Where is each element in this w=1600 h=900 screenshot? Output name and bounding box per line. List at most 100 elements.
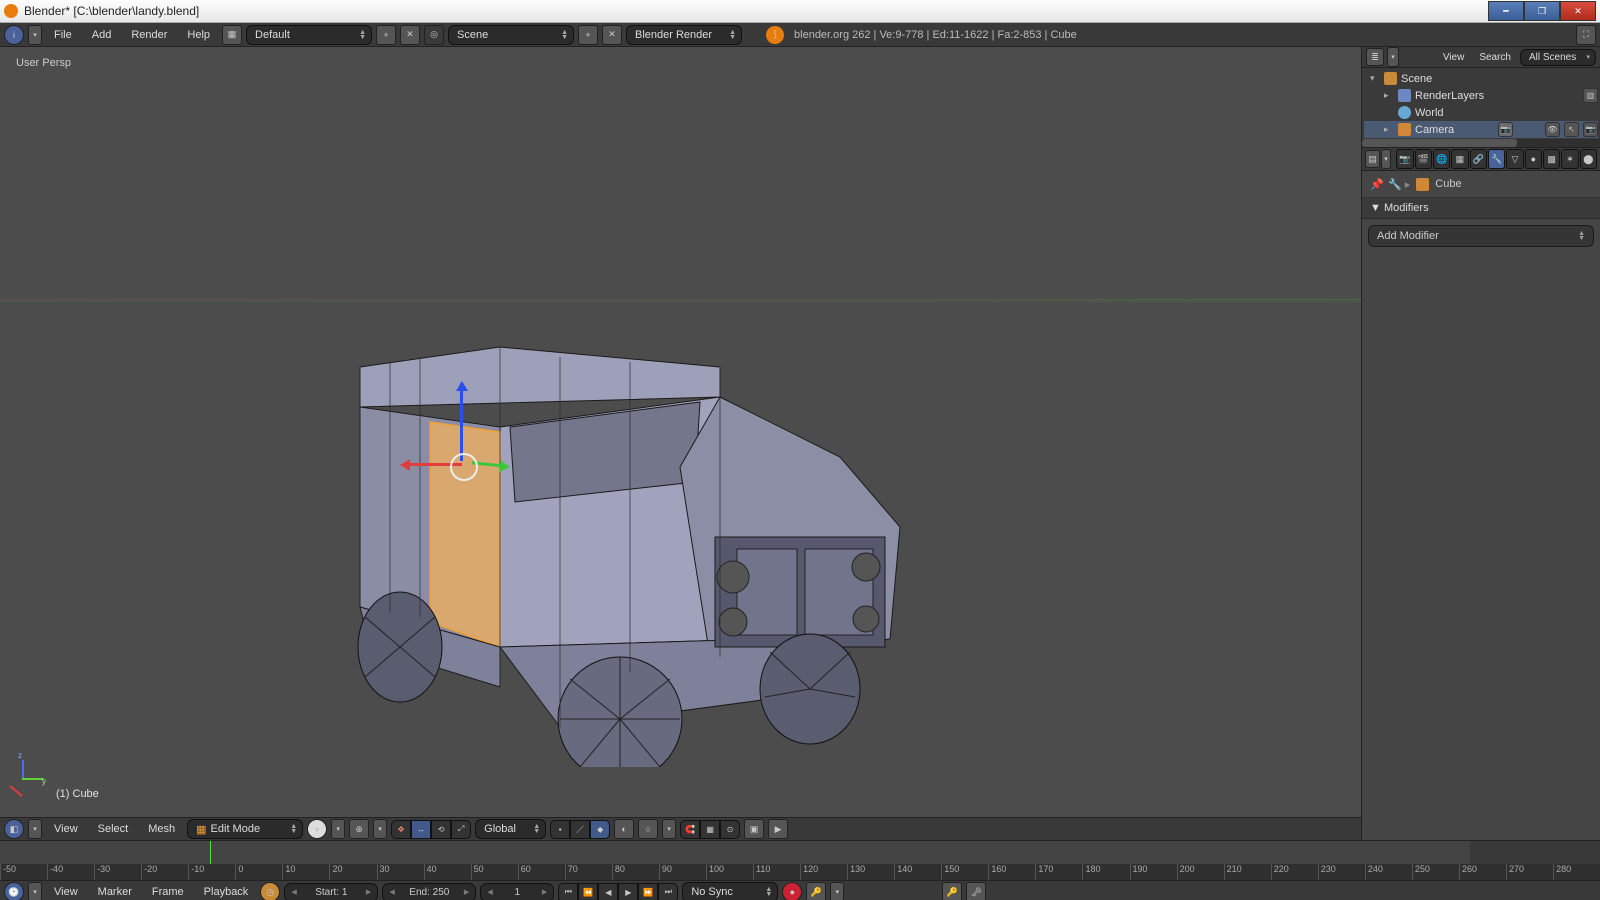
prev-keyframe-icon[interactable]: ⏪ (578, 883, 598, 900)
jump-end-icon[interactable]: ⏭ (658, 883, 678, 900)
mode-dropdown[interactable]: ▦Edit Mode▲▼ (187, 819, 303, 839)
3dview-expand-icon[interactable]: ▾ (28, 819, 42, 839)
timeline-menu-marker[interactable]: Marker (90, 884, 140, 900)
jump-start-icon[interactable]: ⏮ (558, 883, 578, 900)
3d-viewport[interactable]: User Persp (0, 47, 1361, 840)
properties-expand-icon[interactable]: ▾ (1381, 149, 1391, 169)
menu-help[interactable]: Help (179, 27, 218, 43)
window-close-button[interactable]: ✕ (1560, 1, 1596, 21)
snap-type-icon[interactable]: ▦ (700, 820, 720, 839)
tab-particles-icon[interactable]: ✶ (1561, 149, 1578, 169)
snap-target-icon[interactable]: ⊙ (720, 820, 740, 839)
insert-keyframe-icon[interactable]: 🔑 (942, 882, 962, 900)
manipulator-rotate-icon[interactable]: ⟲ (431, 820, 451, 839)
snap-toggle-icon[interactable]: 🧲 (680, 820, 700, 839)
tree-world[interactable]: World (1364, 104, 1598, 121)
edge-select-icon[interactable]: ／ (570, 820, 590, 839)
end-frame-field[interactable]: ◀End: 250▶ (382, 883, 476, 900)
restrict-view-icon[interactable]: 👁 (1545, 122, 1560, 137)
restrict-render-icon[interactable]: 📷 (1583, 122, 1598, 137)
timeline-tick: -30 (94, 864, 141, 880)
manipulator-scale-icon[interactable]: ⤢ (451, 820, 471, 839)
timeline-menu-frame[interactable]: Frame (144, 884, 192, 900)
pivot-expand-icon[interactable]: ▾ (373, 819, 387, 839)
tree-renderlayers[interactable]: ▸RenderLayers▥ (1364, 87, 1598, 104)
scene-dropdown[interactable]: Scene▲▼ (448, 25, 574, 45)
properties-editor-icon[interactable]: ▤ (1365, 150, 1380, 168)
screen-layout-dropdown[interactable]: Default▲▼ (246, 25, 372, 45)
pivot-point-icon[interactable]: ⊕ (349, 819, 369, 839)
restrict-select-icon[interactable]: ↖ (1564, 122, 1579, 137)
face-select-icon[interactable]: ◆ (590, 820, 610, 839)
tab-texture-icon[interactable]: ▩ (1543, 149, 1560, 169)
next-keyframe-icon[interactable]: ⏩ (638, 883, 658, 900)
tab-scene-icon[interactable]: 🎬 (1415, 149, 1432, 169)
window-minimize-button[interactable]: ━ (1488, 1, 1524, 21)
screen-layout-remove-icon[interactable]: ✕ (400, 25, 420, 45)
timeline-expand-icon[interactable]: ▾ (28, 882, 42, 900)
tab-physics-icon[interactable]: ⬤ (1580, 149, 1597, 169)
scene-browse-icon[interactable]: ◎ (424, 25, 444, 45)
use-preview-range-icon[interactable]: ◷ (260, 882, 280, 900)
3dview-menu-view[interactable]: View (46, 821, 86, 837)
add-modifier-dropdown[interactable]: Add Modifier▲▼ (1368, 225, 1594, 247)
camera-data-icon[interactable]: 📷 (1498, 122, 1513, 137)
restrict-icon[interactable]: ▥ (1583, 88, 1598, 103)
timeline-editor-icon[interactable]: 🕑 (4, 882, 24, 900)
info-editor-icon[interactable]: i (4, 25, 24, 45)
proportional-edit-icon[interactable]: ○ (638, 819, 658, 839)
outliner-display-dropdown[interactable]: All Scenes▾ (1520, 49, 1596, 66)
auto-keyframe-icon[interactable]: ● (782, 882, 802, 900)
play-reverse-icon[interactable]: ◀ (598, 883, 618, 900)
tab-render-icon[interactable]: 📷 (1396, 149, 1413, 169)
limit-selection-icon[interactable]: ◐ (614, 819, 634, 839)
tree-camera[interactable]: ▸Camera📷👁↖📷 (1364, 121, 1598, 138)
menu-file[interactable]: File (46, 27, 80, 43)
vertex-select-icon[interactable]: ▪ (550, 820, 570, 839)
3dview-menu-mesh[interactable]: Mesh (140, 821, 183, 837)
keying-expand-icon[interactable]: ▾ (830, 882, 844, 900)
tab-world-icon[interactable]: 🌐 (1433, 149, 1450, 169)
opengl-render-anim-icon[interactable]: ▶ (768, 819, 788, 839)
outliner-menu-view[interactable]: View (1437, 51, 1471, 64)
menu-add[interactable]: Add (84, 27, 120, 43)
outliner-expand-icon[interactable]: ▾ (1387, 47, 1399, 67)
tab-object-icon[interactable]: ▦ (1451, 149, 1468, 169)
screen-layout-add-icon[interactable]: + (376, 25, 396, 45)
screen-layout-browse-icon[interactable]: ▦ (222, 25, 242, 45)
proportional-expand-icon[interactable]: ▾ (662, 819, 676, 839)
play-icon[interactable]: ▶ (618, 883, 638, 900)
manipulator-translate-icon[interactable]: ↔ (411, 820, 431, 839)
render-engine-dropdown[interactable]: Blender Render▲▼ (626, 25, 742, 45)
window-maximize-button[interactable]: ❐ (1524, 1, 1560, 21)
outliner-editor-icon[interactable]: ≣ (1366, 48, 1384, 66)
timeline-menu-view[interactable]: View (46, 884, 86, 900)
tree-scene[interactable]: ▾Scene (1364, 70, 1598, 87)
outliner-menu-search[interactable]: Search (1473, 51, 1517, 64)
sync-dropdown[interactable]: No Sync▲▼ (682, 882, 778, 900)
timeline-canvas[interactable]: -50-40-30-20-100102030405060708090100110… (0, 841, 1600, 880)
menu-render[interactable]: Render (123, 27, 175, 43)
info-expand-icon[interactable]: ▾ (28, 25, 42, 45)
tab-objectdata-icon[interactable]: ▽ (1506, 149, 1523, 169)
3dview-editor-icon[interactable]: ◧ (4, 819, 24, 839)
scene-remove-icon[interactable]: ✕ (602, 25, 622, 45)
modifiers-panel-header[interactable]: ▼ Modifiers (1362, 198, 1600, 219)
scene-add-icon[interactable]: + (578, 25, 598, 45)
viewport-shading-expand-icon[interactable]: ▾ (331, 819, 345, 839)
3dview-menu-select[interactable]: Select (90, 821, 137, 837)
tab-modifiers-icon[interactable]: 🔧 (1488, 149, 1505, 169)
orientation-dropdown[interactable]: Global▲▼ (475, 819, 546, 839)
current-frame-field[interactable]: ◀1▶ (480, 883, 554, 900)
back-to-previous-icon[interactable]: ⛶ (1576, 25, 1596, 45)
tab-material-icon[interactable]: ● (1525, 149, 1542, 169)
pin-icon[interactable]: 📌 (1370, 178, 1382, 190)
delete-keyframe-icon[interactable]: 🗝 (966, 882, 986, 900)
manipulator-toggle-icon[interactable]: ✥ (391, 820, 411, 839)
start-frame-field[interactable]: ◀Start: 1▶ (284, 883, 378, 900)
viewport-shading-icon[interactable]: ● (307, 819, 327, 839)
opengl-render-icon[interactable]: ▣ (744, 819, 764, 839)
timeline-menu-playback[interactable]: Playback (196, 884, 257, 900)
keying-set-icon[interactable]: 🔑 (806, 882, 826, 900)
tab-constraints-icon[interactable]: 🔗 (1470, 149, 1487, 169)
